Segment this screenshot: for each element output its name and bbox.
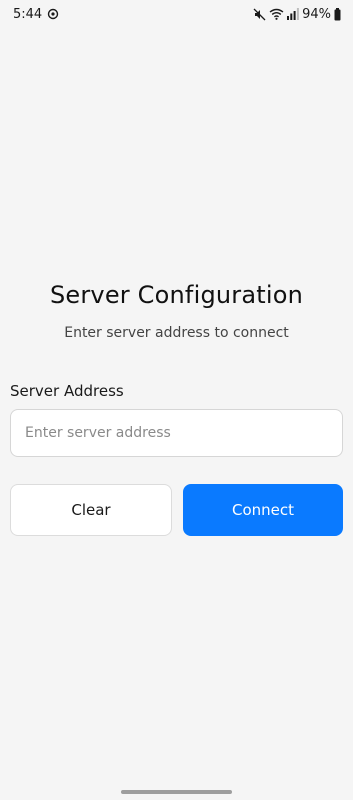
status-left: 5:44 [13,7,59,22]
server-address-input[interactable] [10,409,343,457]
status-time: 5:44 [13,6,43,22]
settings-sync-icon [47,8,59,20]
page-subtitle: Enter server address to connect [64,325,289,341]
signal-icon [287,8,299,20]
server-address-label: Server Address [10,382,124,400]
page-title: Server Configuration [49,281,304,309]
home-indicator[interactable] [121,790,232,794]
clear-button[interactable]: Clear [10,484,172,536]
battery-percent: 94% [302,6,331,22]
status-right: 94% [253,7,341,22]
mute-icon [253,8,266,21]
wifi-icon [269,8,284,20]
connect-button[interactable]: Connect [183,484,343,536]
status-bar: 5:44 94% [0,0,353,28]
battery-icon [334,7,341,21]
